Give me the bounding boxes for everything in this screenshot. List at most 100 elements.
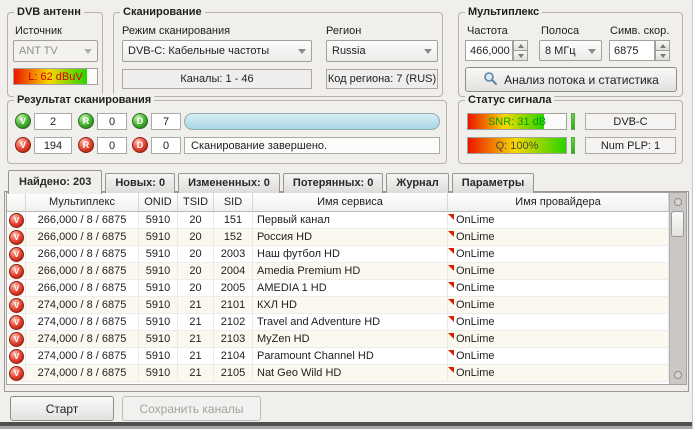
- tab-lost[interactable]: Потерянных: 0: [282, 173, 384, 193]
- cell-provider-name: OnLime: [448, 246, 669, 263]
- group-dvb-antenna-title: DVB антенн: [14, 6, 84, 18]
- service-status-cell: V: [7, 212, 26, 229]
- scrambled-video-icon: V: [9, 314, 24, 330]
- header-status[interactable]: [7, 193, 26, 212]
- tab-changed[interactable]: Измененных: 0: [178, 173, 280, 193]
- region-select-value: Russia: [332, 45, 366, 57]
- cell-provider-name: OnLime: [448, 280, 669, 297]
- table-body: V 266,000 / 8 / 6875 5910 20 151 Первый канал…: [7, 212, 669, 382]
- table-row[interactable]: V 274,000 / 8 / 6875 5910 21 2101 КХЛ HD OnLim…: [7, 297, 669, 314]
- scrollbar-thumb[interactable]: [671, 211, 684, 237]
- scroll-down-button[interactable]: [674, 371, 682, 379]
- chevron-down-icon: [588, 48, 596, 54]
- tab-new[interactable]: Новых: 0: [105, 173, 176, 193]
- tab-parameters[interactable]: Параметры: [451, 173, 535, 193]
- note-marker-icon: [448, 231, 454, 237]
- cell-sid: 152: [214, 229, 253, 246]
- scroll-up-button[interactable]: [674, 198, 682, 206]
- cell-tsid: 20: [178, 263, 214, 280]
- cell-onid: 5910: [139, 348, 178, 365]
- snr-bar: SNR: 31 dB: [467, 113, 567, 130]
- header-tsid[interactable]: TSID: [178, 193, 214, 212]
- cell-provider-name: OnLime: [448, 297, 669, 314]
- table-row[interactable]: V 266,000 / 8 / 6875 5910 20 2005 AMEDIA 1 HD…: [7, 280, 669, 297]
- scan-status-message: Сканирование завершено.: [184, 137, 440, 154]
- source-select-value: ANT TV: [19, 45, 58, 57]
- symbolrate-stepper[interactable]: [655, 40, 670, 61]
- table-row[interactable]: V 266,000 / 8 / 6875 5910 20 152 Россия HD OnL…: [7, 229, 669, 246]
- frequency-stepper[interactable]: [513, 40, 528, 61]
- symbolrate-step-down-button[interactable]: [655, 51, 670, 61]
- region-select[interactable]: Russia: [326, 40, 438, 62]
- symbolrate-input[interactable]: 6875: [609, 40, 655, 61]
- cell-provider-name: OnLime: [448, 229, 669, 246]
- cell-tsid: 20: [178, 212, 214, 229]
- header-onid[interactable]: ONID: [139, 193, 178, 212]
- group-scan-result: Результат сканирования V 2 R 0 D 7 V 194…: [7, 94, 447, 164]
- note-marker-icon: [448, 350, 454, 356]
- cell-provider-name: OnLime: [448, 314, 669, 331]
- arrow-up-icon: [659, 43, 666, 48]
- cell-tsid: 21: [178, 297, 214, 314]
- scan-mode-select[interactable]: DVB-C: Кабельные частоты: [122, 40, 312, 62]
- cell-multiplex: 266,000 / 8 / 6875: [26, 263, 139, 280]
- table-row[interactable]: V 274,000 / 8 / 6875 5910 21 2104 Paramount C…: [7, 348, 669, 365]
- cell-onid: 5910: [139, 246, 178, 263]
- vertical-scrollbar[interactable]: [669, 193, 686, 384]
- save-channels-button[interactable]: Сохранить каналы: [122, 396, 261, 421]
- quality-bar: Q: 100%: [467, 137, 567, 154]
- cell-sid: 151: [214, 212, 253, 229]
- data-other-icon: D: [132, 137, 148, 153]
- frequency-input[interactable]: 466,000: [465, 40, 513, 61]
- scrambled-video-icon: V: [9, 331, 24, 347]
- symbolrate-step-up-button[interactable]: [655, 40, 670, 51]
- scrambled-video-icon: V: [9, 280, 24, 296]
- num-plp-field: Num PLP: 1: [585, 137, 676, 154]
- service-status-cell: V: [7, 314, 26, 331]
- scan-mode-label: Режим сканирования: [122, 25, 231, 37]
- magnifier-icon: [483, 71, 498, 88]
- scrambled-video-icon: V: [9, 348, 24, 364]
- table-row[interactable]: V 266,000 / 8 / 6875 5910 20 2003 Наш футбол …: [7, 246, 669, 263]
- header-sid[interactable]: SID: [214, 193, 253, 212]
- cell-tsid: 21: [178, 348, 214, 365]
- header-provider-name[interactable]: Имя провайдера: [448, 193, 669, 212]
- cell-tsid: 21: [178, 331, 214, 348]
- cell-onid: 5910: [139, 297, 178, 314]
- snr-text: SNR: 31 dB: [487, 115, 547, 128]
- tab-found[interactable]: Найдено: 203: [8, 170, 103, 194]
- cell-provider-name: OnLime: [448, 331, 669, 348]
- cell-multiplex: 266,000 / 8 / 6875: [26, 246, 139, 263]
- chevron-down-icon: [84, 49, 92, 54]
- cell-service-name: Наш футбол HD: [253, 246, 448, 263]
- group-dvb-antenna: DVB антенн Источник ANT TV L: 62 dBuV: [7, 6, 103, 97]
- cell-multiplex: 266,000 / 8 / 6875: [26, 212, 139, 229]
- scan-mode-select-value: DVB-C: Кабельные частоты: [128, 45, 270, 57]
- header-service-name[interactable]: Имя сервиса: [253, 193, 448, 212]
- cell-onid: 5910: [139, 314, 178, 331]
- table-row[interactable]: V 266,000 / 8 / 6875 5910 20 2004 Amedia Prem…: [7, 263, 669, 280]
- table-row[interactable]: V 266,000 / 8 / 6875 5910 20 151 Первый канал…: [7, 212, 669, 229]
- table-row[interactable]: V 274,000 / 8 / 6875 5910 21 2105 Nat Geo Wil…: [7, 365, 669, 382]
- cell-onid: 5910: [139, 280, 178, 297]
- header-multiplex[interactable]: Мультиплекс: [26, 193, 139, 212]
- group-signal-status: Статус сигнала SNR: 31 dB DVB-C Q: 100% …: [458, 94, 683, 164]
- signal-level-bar: L: 62 dBuV: [13, 68, 98, 85]
- table-row[interactable]: V 274,000 / 8 / 6875 5910 21 2103 MyZen HD OnL…: [7, 331, 669, 348]
- source-select[interactable]: ANT TV: [13, 40, 98, 62]
- analyze-stream-button[interactable]: Анализ потока и статистика: [465, 67, 677, 92]
- scanner-window: DVB антенн Источник ANT TV L: 62 dBuV Ск…: [0, 0, 693, 429]
- standard-field: DVB-C: [585, 113, 676, 130]
- frequency-step-up-button[interactable]: [513, 40, 528, 51]
- bandwidth-select[interactable]: 8 МГц: [539, 40, 602, 61]
- frequency-label: Частота: [467, 25, 508, 37]
- table-row[interactable]: V 274,000 / 8 / 6875 5910 21 2102 Travel and …: [7, 314, 669, 331]
- symbolrate-input-value: 6875: [614, 44, 639, 57]
- frequency-step-down-button[interactable]: [513, 51, 528, 61]
- cell-provider-name: OnLime: [448, 348, 669, 365]
- snr-tick-indicator: [571, 113, 575, 130]
- tab-log[interactable]: Журнал: [386, 173, 449, 193]
- cell-service-name: MyZen HD: [253, 331, 448, 348]
- cell-tsid: 20: [178, 229, 214, 246]
- start-button[interactable]: Старт: [10, 396, 114, 421]
